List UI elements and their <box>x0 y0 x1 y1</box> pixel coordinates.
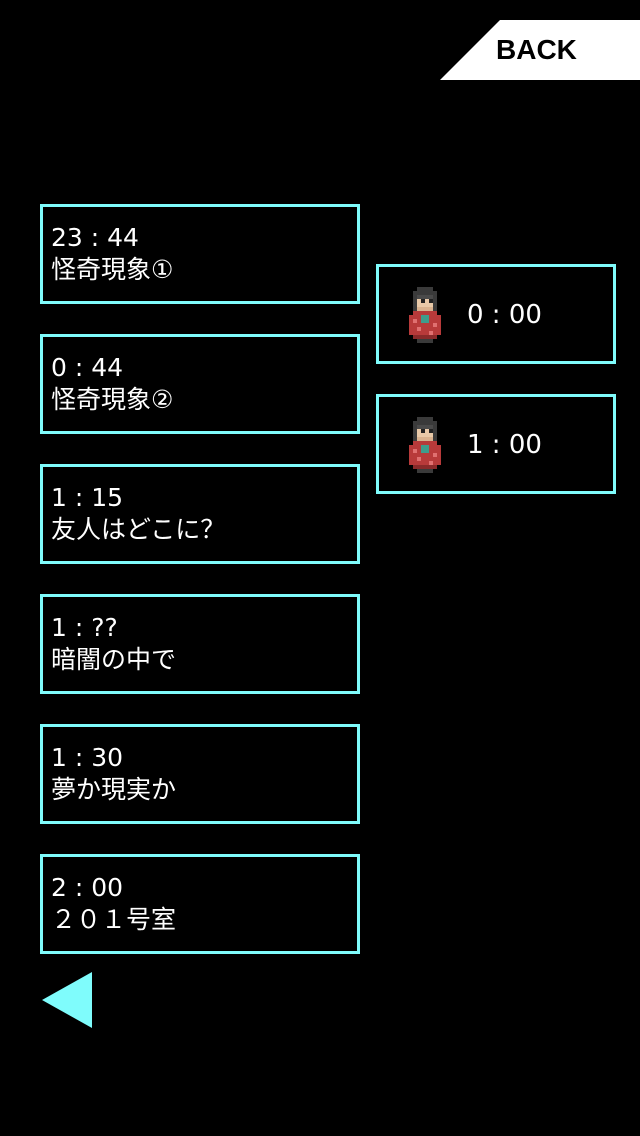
chapter-title: 怪奇現象② <box>51 385 174 414</box>
back-button[interactable]: BACK <box>440 20 640 80</box>
chapter-time: 23 : 44 <box>51 223 139 252</box>
chapter-item-3[interactable]: 1 : 15 友人はどこに？ <box>40 464 360 564</box>
chapter-time: 2 : 00 <box>51 873 124 902</box>
chapter-title: 友人はどこに？ <box>51 515 226 544</box>
chapter-title: ２０１号室 <box>51 905 177 934</box>
ending-item-2[interactable]: 1 : 00 <box>376 394 616 494</box>
chapter-title: 夢か現実か <box>51 775 177 804</box>
chapter-time: 0 : 44 <box>51 353 124 382</box>
chapter-time: 1 : 15 <box>51 483 124 512</box>
chapter-item-6[interactable]: 2 : 00 ２０１号室 <box>40 854 360 954</box>
chapter-item-5[interactable]: 1 : 30 夢か現実か <box>40 724 360 824</box>
chapter-title: 暗闇の中で <box>51 645 177 674</box>
ghost-girl-sprite-icon <box>409 287 441 343</box>
chapter-time: 1 : 30 <box>51 743 124 772</box>
chapter-item-4[interactable]: 1 : ?? 暗闇の中で <box>40 594 360 694</box>
chapter-item-2[interactable]: 0 : 44 怪奇現象② <box>40 334 360 434</box>
chapter-item-1[interactable]: 23 : 44 怪奇現象① <box>40 204 360 304</box>
triangle-left-icon[interactable] <box>42 972 92 1028</box>
chapter-time: 1 : ?? <box>51 613 118 642</box>
chapter-title: 怪奇現象① <box>51 255 174 284</box>
back-button-label: BACK <box>496 34 577 65</box>
ending-item-1[interactable]: 0 : 00 <box>376 264 616 364</box>
ending-time: 0 : 00 <box>467 300 542 330</box>
ending-time: 1 : 00 <box>467 430 542 460</box>
ghost-girl-sprite-icon <box>409 417 441 473</box>
